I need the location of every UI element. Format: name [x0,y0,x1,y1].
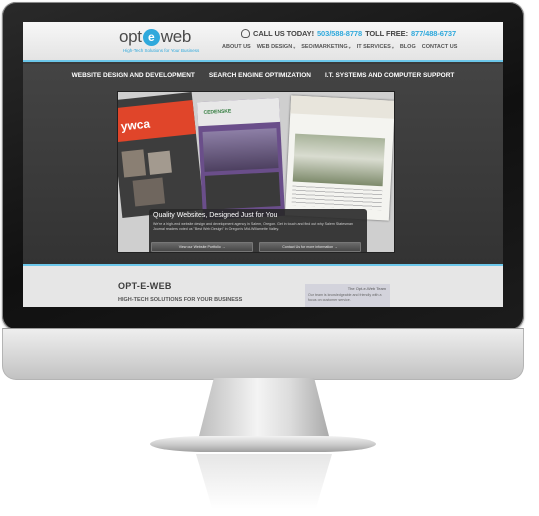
chevron-down-icon: ▾ [293,44,296,50]
nav-item-seo[interactable]: SEO/MARKETING ▾ [301,44,350,50]
subnav-web-design[interactable]: WEBSITE DESIGN AND DEVELOPMENT [72,72,195,79]
monitor-stand [198,378,330,440]
shot-photo [292,133,386,187]
shot-header [290,95,394,119]
phone-icon [241,28,250,38]
nav-label: IT SERVICES [356,44,391,50]
call-line: CALL US TODAY! 503/588-8778 TOLL FREE: 8… [241,27,459,39]
nav-label: SEO/MARKETING [301,44,348,50]
shot-photo [202,128,279,172]
team-title: The Opt-e-Web Team [347,286,386,291]
toll-free-label: TOLL FREE: [365,28,408,38]
shot-photo [132,177,166,207]
team-box: The Opt-e-Web Team Our team is knowledge… [305,284,390,307]
logo-text-post: web [160,27,192,46]
monitor-base [150,436,376,452]
chevron-down-icon: ▾ [391,44,394,50]
nav-label: CONTACT US [421,44,458,50]
nav-label: WEB DESIGN [256,44,293,50]
monitor: opt e web High-Tech Solutions for Your B… [0,0,539,516]
shot-photo [204,172,281,210]
logo-tagline: High-Tech Solutions for Your Business [123,48,200,53]
service-subnav: WEBSITE DESIGN AND DEVELOPMENT SEARCH EN… [23,72,503,79]
subnav-it-systems[interactable]: I.T. SYSTEMS AND COMPUTER SUPPORT [325,72,454,79]
hero-image: ywca CEDENSKE Quality Websites, Designed… [118,92,394,252]
subnav-seo[interactable]: SEARCH ENGINE OPTIMIZATION [209,72,311,79]
portfolio-shot-ywca: ywca [118,92,204,218]
hero-caption: Quality Websites, Designed Just for You … [149,209,367,252]
logo-wordmark: opt e web [119,27,191,47]
logo-text-pre: opt [119,27,142,46]
shot-photo [121,149,147,178]
nav-item-web-design[interactable]: WEB DESIGN ▾ [257,44,295,50]
nav-item-it-services[interactable]: IT SERVICES ▾ [357,44,394,50]
intro-title: OPT-E-WEB [118,281,172,291]
caption-body: We're a high-end website design and deve… [153,222,353,231]
intro-subtitle: HIGH-TECH SOLUTIONS FOR YOUR BUSINESS [118,297,243,303]
phone-local[interactable]: 503/588-8778 [317,29,362,38]
shot-text-lines [291,185,383,211]
team-text: Our team is knowledgeable and friendly w… [308,293,382,302]
nav-item-about[interactable]: ABOUT US [222,44,251,50]
site-header: opt e web High-Tech Solutions for Your B… [23,22,503,62]
phone-toll-free[interactable]: 877/488-6737 [411,29,456,38]
main-nav: ABOUT US WEB DESIGN ▾ SEO/MARKETING ▾ IT S… [222,44,457,50]
portfolio-button[interactable]: View our Website Portfolio → [151,242,253,252]
stand-reflection [196,454,332,509]
intro-section: OPT-E-WEB HIGH-TECH SOLUTIONS FOR YOUR B… [23,264,503,307]
portfolio-shot-cedenske: CEDENSKE [196,97,286,221]
chevron-down-icon: ▾ [348,44,351,50]
portfolio-shot-office [284,95,394,221]
nav-item-contact[interactable]: CONTACT US [422,44,458,50]
screen: opt e web High-Tech Solutions for Your B… [23,22,503,307]
monitor-chin [2,328,524,380]
call-label: CALL US TODAY! [253,28,314,38]
nav-label: BLOG [399,44,416,50]
hero-section: WEBSITE DESIGN AND DEVELOPMENT SEARCH EN… [23,64,503,264]
nav-label: ABOUT US [222,44,251,50]
logo-circle-letter: e [142,28,160,46]
contact-info-button[interactable]: Contact Us for more information → [259,242,361,252]
shot-photo [147,150,172,175]
logo[interactable]: opt e web High-Tech Solutions for Your B… [119,27,214,59]
caption-title: Quality Websites, Designed Just for You [153,212,278,219]
nav-item-blog[interactable]: BLOG [400,44,416,50]
